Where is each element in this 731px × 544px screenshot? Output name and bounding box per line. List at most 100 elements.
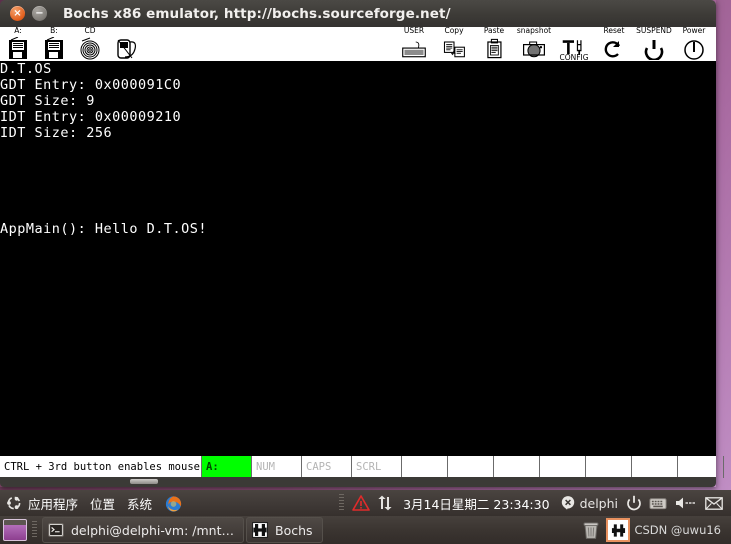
- status-floppy-a: A:: [202, 456, 252, 478]
- floppy-a-button[interactable]: A:: [1, 27, 35, 61]
- paste-button[interactable]: Paste: [475, 27, 513, 61]
- snapshot-button[interactable]: snapshot: [515, 27, 553, 61]
- mouse-button[interactable]: [109, 27, 143, 61]
- status-num-lock: NUM: [252, 456, 302, 478]
- taskbar-tray: CSDN @uwu16: [582, 518, 731, 542]
- status-blank-cell: [540, 456, 586, 478]
- minimize-button[interactable]: −: [32, 6, 47, 21]
- network-icon: [378, 495, 392, 510]
- watermark-text: CSDN @uwu16: [634, 523, 721, 537]
- show-desktop-button[interactable]: [3, 519, 27, 541]
- vga-line: [0, 189, 716, 205]
- cdrom-icon: [80, 37, 100, 60]
- floppy-a-icon: [9, 37, 27, 59]
- chat-bubble-icon: [561, 496, 574, 510]
- close-icon: ×: [13, 7, 22, 19]
- keyboard-icon: [649, 497, 667, 509]
- task-bochs[interactable]: Bochs: [246, 517, 323, 543]
- suspend-label: SUSPEND: [636, 27, 672, 35]
- snapshot-label: snapshot: [516, 27, 552, 35]
- panel-separator: [339, 494, 345, 512]
- gnome-panel: 应用程序 位置 系统 3月14日星期二 23:34:30 delphi: [0, 490, 731, 516]
- config-label: CONFIG: [559, 53, 589, 62]
- menu-system[interactable]: 系统: [121, 490, 158, 516]
- vga-line: GDT Entry: 0x000091C0: [0, 77, 182, 93]
- vga-line: GDT Size: 9: [0, 93, 95, 109]
- statusbar-message: CTRL + 3rd button enables mouse: [0, 456, 202, 478]
- mouse-icon: [117, 39, 137, 59]
- floppy-b-icon: [45, 37, 63, 59]
- floppy-b-label: B:: [50, 27, 58, 35]
- network-indicator[interactable]: [376, 494, 394, 512]
- window-titlebar[interactable]: × − Bochs x86 emulator, http://bochs.sou…: [0, 0, 716, 27]
- vga-line: AppMain(): Hello D.T.OS!: [0, 221, 208, 237]
- copy-button[interactable]: Copy: [435, 27, 473, 61]
- status-blank-cell: [678, 456, 724, 478]
- reset-icon: [604, 41, 621, 58]
- cdrom-label: CD: [84, 27, 96, 35]
- vga-screen[interactable]: D.T.OS GDT Entry: 0x000091C0 GDT Size: 9…: [0, 61, 716, 455]
- window-title: Bochs x86 emulator, http://bochs.sourcef…: [63, 5, 451, 22]
- ubuntu-logo-icon[interactable]: [6, 495, 22, 511]
- bochs-toolbar: A: B: CD USER Copy Paste snapshot CONFIG…: [0, 27, 716, 61]
- status-blank-cell: [494, 456, 540, 478]
- window-list-taskbar: delphi@delphi-vm: /mnt… Bochs CSDN @uwu1…: [0, 516, 731, 544]
- bochs-window: × − Bochs x86 emulator, http://bochs.sou…: [0, 0, 724, 487]
- bochs-glyph-icon: [611, 523, 625, 537]
- user-button-icon: [402, 41, 426, 58]
- trash-icon[interactable]: [582, 520, 600, 540]
- terminal-icon: [48, 523, 64, 537]
- vga-line: [0, 205, 716, 221]
- user-button-label: USER: [403, 27, 425, 35]
- volume-indicator[interactable]: [673, 494, 699, 512]
- mail-icon: [705, 496, 723, 510]
- bochs-statusbar: CTRL + 3rd button enables mouse A: NUM C…: [0, 455, 724, 478]
- status-blank-cell: [448, 456, 494, 478]
- resize-grip[interactable]: [130, 479, 158, 484]
- user-button[interactable]: USER: [395, 27, 433, 61]
- status-caps-lock: CAPS: [302, 456, 352, 478]
- reset-label: Reset: [603, 27, 625, 35]
- power-label: Power: [682, 27, 706, 35]
- reset-button[interactable]: Reset: [595, 27, 633, 61]
- vga-line: [0, 157, 716, 173]
- session-power-button[interactable]: [625, 494, 643, 512]
- bochs-icon: [252, 522, 268, 538]
- panel-clock[interactable]: 3月14日星期二 23:34:30: [397, 494, 555, 513]
- snapshot-icon: [522, 41, 546, 58]
- status-blank-cell: [632, 456, 678, 478]
- vga-line: IDT Size: 256: [0, 125, 113, 141]
- minimize-icon: −: [35, 7, 44, 19]
- vga-line: D.T.OS: [0, 61, 52, 77]
- warning-indicator[interactable]: [352, 494, 370, 512]
- firefox-launcher[interactable]: [158, 490, 189, 516]
- task-terminal[interactable]: delphi@delphi-vm: /mnt…: [42, 517, 245, 543]
- power-icon: [627, 495, 641, 511]
- menu-applications[interactable]: 应用程序: [22, 490, 84, 516]
- floppy-a-label: A:: [14, 27, 22, 35]
- copy-label: Copy: [444, 27, 464, 35]
- power-button[interactable]: Power: [675, 27, 713, 61]
- floppy-b-button[interactable]: B:: [37, 27, 71, 61]
- taskbar-separator: [32, 521, 37, 539]
- suspend-button[interactable]: SUSPEND: [635, 27, 673, 61]
- cdrom-button[interactable]: CD: [73, 27, 107, 61]
- bochs-tray-icon[interactable]: [606, 518, 631, 542]
- menu-places[interactable]: 位置: [84, 490, 121, 516]
- task-terminal-label: delphi@delphi-vm: /mnt…: [71, 522, 235, 538]
- warning-icon: [352, 495, 370, 511]
- keyboard-indicator[interactable]: [649, 494, 667, 512]
- status-scroll-lock: SCRL: [352, 456, 402, 478]
- power-icon: [684, 40, 704, 60]
- paste-icon: [487, 38, 502, 59]
- copy-icon: [443, 41, 465, 58]
- close-button[interactable]: ×: [10, 6, 25, 21]
- mail-indicator[interactable]: [705, 494, 723, 512]
- user-indicator-icon[interactable]: [559, 494, 577, 512]
- suspend-icon: [644, 40, 664, 60]
- panel-username[interactable]: delphi: [580, 496, 622, 511]
- config-button[interactable]: CONFIG: [555, 27, 593, 61]
- paste-label: Paste: [483, 27, 505, 35]
- vga-line: [0, 141, 716, 157]
- firefox-icon: [165, 495, 182, 512]
